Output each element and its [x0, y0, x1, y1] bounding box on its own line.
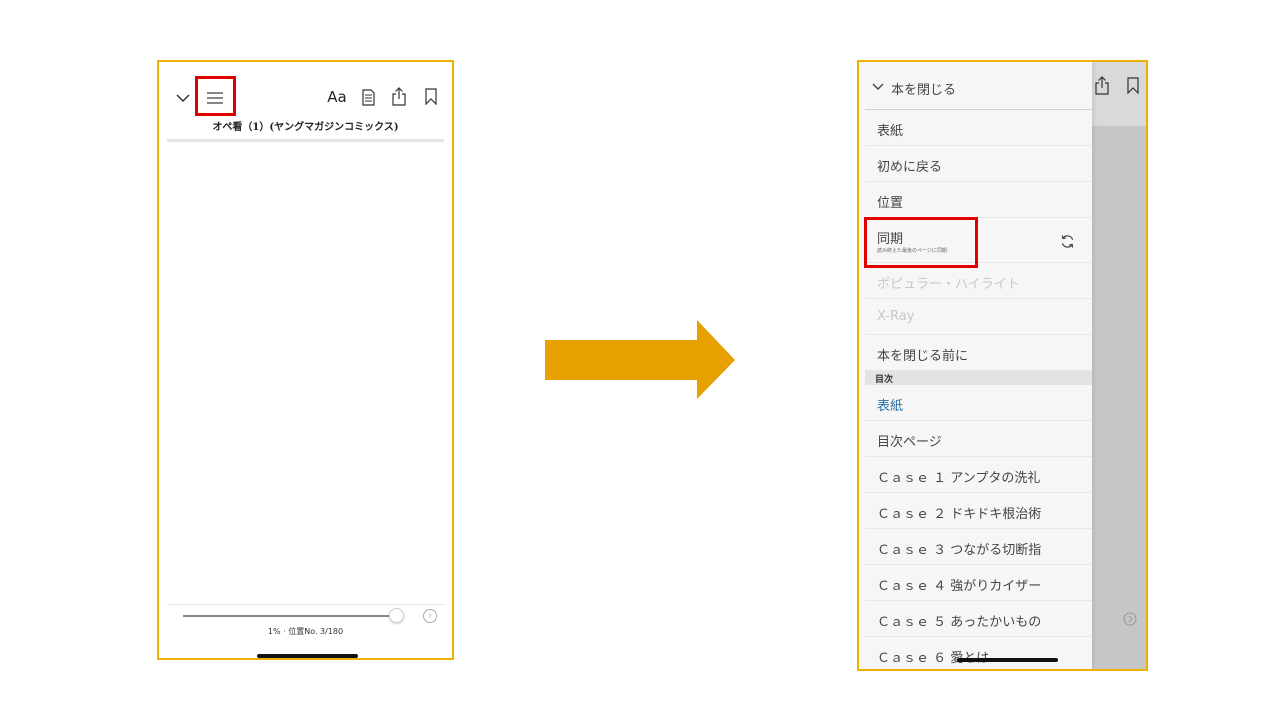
- toc-item-cover[interactable]: 表紙: [865, 385, 1092, 421]
- toc-item-label: 目次ページ: [877, 435, 942, 450]
- menu-item-label: 本を閉じる前に: [877, 349, 969, 364]
- menu-item-x-ray: X-Ray: [865, 299, 1092, 335]
- reader-screen: Aa オペ看（1）(ヤングマガジンコミックス) › 1% · 位置No. 3/1…: [157, 60, 454, 660]
- toc-item-label: Ｃａｓｅ １ アンプタの洗礼: [877, 471, 1041, 486]
- document-icon[interactable]: [358, 86, 378, 108]
- toc-item-case-5[interactable]: Ｃａｓｅ ５ あったかいもの: [865, 601, 1092, 637]
- progress-text: 1% · 位置No. 3/180: [267, 627, 344, 636]
- progress-slider-thumb[interactable]: [389, 608, 404, 623]
- reader-behind-overlay: [1091, 62, 1146, 669]
- close-book-label: 本を閉じる: [891, 83, 957, 98]
- home-indicator: [257, 654, 358, 658]
- bookmark-icon: [1123, 74, 1143, 96]
- toc-item-label: Ｃａｓｅ ３ つながる切断指: [877, 543, 1042, 558]
- menu-item-label: 表紙: [877, 124, 904, 139]
- menu-screen: 本を閉じる 表紙 初めに戻る 位置 同期 読み終えた最後のページに同期 ポピュラ…: [857, 60, 1148, 671]
- toc-item-label: Ｃａｓｅ ２ ドキドキ根治術: [877, 507, 1042, 522]
- chevron-down-icon[interactable]: [173, 88, 193, 108]
- toc-item-case-1[interactable]: Ｃａｓｅ １ アンプタの洗礼: [865, 457, 1092, 493]
- bookmark-icon[interactable]: [421, 85, 441, 107]
- toc-item-label: Ｃａｓｅ ４ 強がりカイザー: [877, 579, 1042, 594]
- toc-item-label: Ｃａｓｅ ５ あったかいもの: [877, 615, 1042, 630]
- toc-item-label: 表紙: [877, 399, 904, 414]
- menu-item-popular-highlights: ポピュラー・ハイライト: [865, 263, 1092, 299]
- toc-section-heading: 目次: [865, 371, 1092, 385]
- toc-item-contents-page[interactable]: 目次ページ: [865, 421, 1092, 457]
- flow-arrow: [545, 320, 735, 399]
- title-divider: [167, 139, 444, 142]
- menu-item-cover[interactable]: 表紙: [865, 110, 1092, 146]
- close-book-button[interactable]: 本を閉じる: [865, 62, 1092, 110]
- menu-item-before-you-go[interactable]: 本を閉じる前に: [865, 335, 1092, 371]
- progress-slider-track[interactable]: [183, 615, 395, 617]
- home-indicator: [957, 658, 1058, 662]
- menu-item-go-to-beginning[interactable]: 初めに戻る: [865, 146, 1092, 182]
- menu-panel: 本を閉じる 表紙 初めに戻る 位置 同期 読み終えた最後のページに同期 ポピュラ…: [859, 62, 1092, 669]
- toc-item-case-2[interactable]: Ｃａｓｅ ２ ドキドキ根治術: [865, 493, 1092, 529]
- font-settings-button[interactable]: Aa: [325, 86, 349, 108]
- toc-item-label: Ｃａｓｅ ６ 愛とは: [877, 651, 990, 666]
- share-icon[interactable]: [389, 84, 409, 108]
- footer-divider: [167, 604, 444, 605]
- menu-item-label: X-Ray: [877, 309, 915, 324]
- next-page-icon: [1122, 611, 1138, 627]
- sync-item-highlight: [864, 217, 978, 268]
- menu-item-label: 初めに戻る: [877, 160, 943, 175]
- chevron-down-icon: [871, 80, 885, 94]
- menu-item-label: ポピュラー・ハイライト: [877, 277, 1020, 292]
- toc-item-case-6[interactable]: Ｃａｓｅ ６ 愛とは: [865, 637, 1092, 669]
- menu-item-location[interactable]: 位置: [865, 182, 1092, 218]
- toc-item-case-4[interactable]: Ｃａｓｅ ４ 強がりカイザー: [865, 565, 1092, 601]
- toc-heading-label: 目次: [875, 375, 894, 385]
- sync-icon: [1059, 233, 1075, 249]
- share-icon: [1092, 74, 1112, 96]
- menu-item-label: 位置: [877, 196, 904, 211]
- next-page-icon[interactable]: ›: [423, 609, 437, 623]
- book-title: オペ看（1）(ヤングマガジンコミックス): [212, 122, 399, 133]
- menu-button-highlight: [195, 76, 236, 116]
- toc-item-case-3[interactable]: Ｃａｓｅ ３ つながる切断指: [865, 529, 1092, 565]
